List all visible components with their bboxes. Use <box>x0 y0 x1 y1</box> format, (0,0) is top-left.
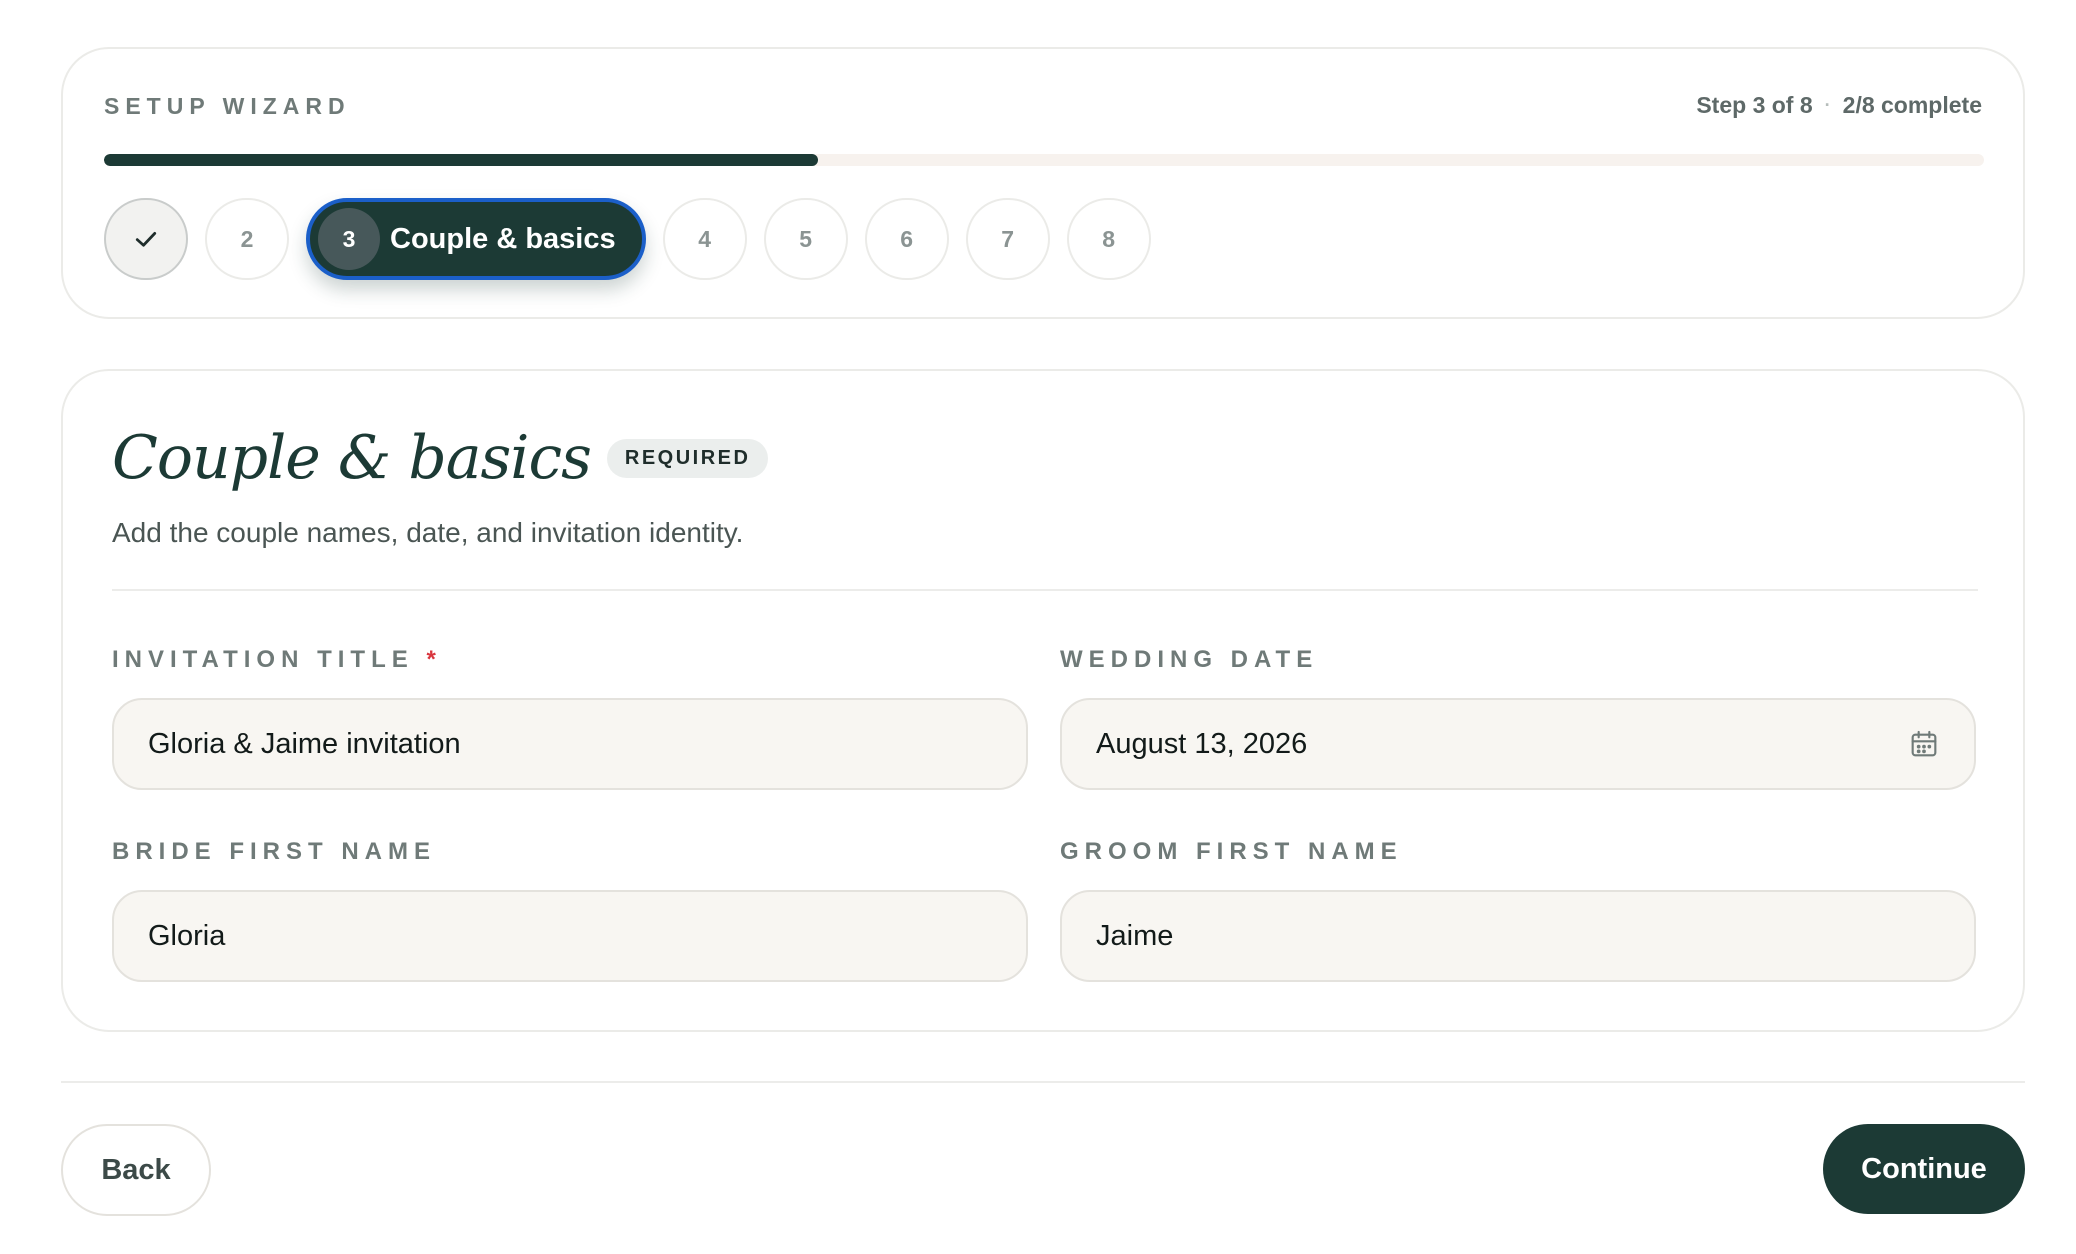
step-number: 2 <box>240 225 254 252</box>
step-number: 3 <box>318 208 380 270</box>
section-header: Couple & basics REQUIRED <box>112 423 769 493</box>
invitation-title-input[interactable]: Gloria & Jaime invitation <box>112 698 1028 790</box>
step-number: 6 <box>900 225 914 252</box>
step-8-button[interactable]: 8 <box>1066 198 1151 280</box>
wizard-label: SETUP WIZARD <box>104 93 351 119</box>
step-navigator: 2 3 Couple & basics 4 5 6 7 8 <box>104 198 1151 280</box>
step-5-button[interactable]: 5 <box>763 198 848 280</box>
progress-bar-fill <box>104 154 819 166</box>
step-6-button[interactable]: 6 <box>864 198 949 280</box>
invitation-title-label-text: INVITATION TITLE <box>112 646 414 673</box>
wizard-progress-text: Step 3 of 8 · 2/8 complete <box>1696 92 1982 119</box>
footer-divider <box>61 1081 2025 1083</box>
step-number: 8 <box>1102 225 1116 252</box>
active-step-label: Couple & basics <box>390 222 616 255</box>
groom-first-name-label: GROOM FIRST NAME <box>1060 838 1403 865</box>
required-badge: REQUIRED <box>606 438 769 478</box>
section-title: Couple & basics <box>112 423 592 493</box>
continue-button[interactable]: Continue <box>1823 1124 2025 1214</box>
progress-bar <box>104 154 1984 166</box>
step-counter: Step 3 of 8 <box>1696 92 1813 118</box>
check-icon <box>135 232 157 247</box>
section-divider <box>112 589 1978 591</box>
wedding-date-value: August 13, 2026 <box>1096 727 1308 760</box>
bride-first-name-input[interactable]: Gloria <box>112 890 1028 982</box>
invitation-title-label: INVITATION TITLE * <box>112 646 442 674</box>
groom-first-name-input[interactable]: Jaime <box>1060 890 1976 982</box>
bride-first-name-label: BRIDE FIRST NAME <box>112 838 436 865</box>
meta-separator: · <box>1824 95 1831 115</box>
bride-first-name-value: Gloria <box>148 919 226 952</box>
step-4-button[interactable]: 4 <box>662 198 747 280</box>
back-button[interactable]: Back <box>61 1124 211 1216</box>
calendar-icon[interactable] <box>1908 728 1940 760</box>
step-2-button[interactable]: 2 <box>205 198 289 280</box>
step-number: 7 <box>1001 225 1015 252</box>
wedding-date-input[interactable]: August 13, 2026 <box>1060 698 1976 790</box>
couple-basics-form: Couple & basics REQUIRED Add the couple … <box>61 369 2025 1032</box>
invitation-title-value: Gloria & Jaime invitation <box>148 727 461 760</box>
step-number: 4 <box>698 225 712 252</box>
groom-first-name-value: Jaime <box>1096 919 1174 952</box>
required-asterisk: * <box>426 646 442 673</box>
step-number: 5 <box>799 225 813 252</box>
wedding-date-label: WEDDING DATE <box>1060 646 1319 673</box>
completion-count: 2/8 complete <box>1842 92 1982 118</box>
step-3-button-active[interactable]: 3 Couple & basics <box>306 198 646 280</box>
section-subtitle: Add the couple names, date, and invitati… <box>112 517 744 548</box>
step-7-button[interactable]: 7 <box>965 198 1050 280</box>
setup-wizard-header: SETUP WIZARD Step 3 of 8 · 2/8 complete … <box>61 47 2025 319</box>
step-1-button[interactable] <box>104 198 188 280</box>
